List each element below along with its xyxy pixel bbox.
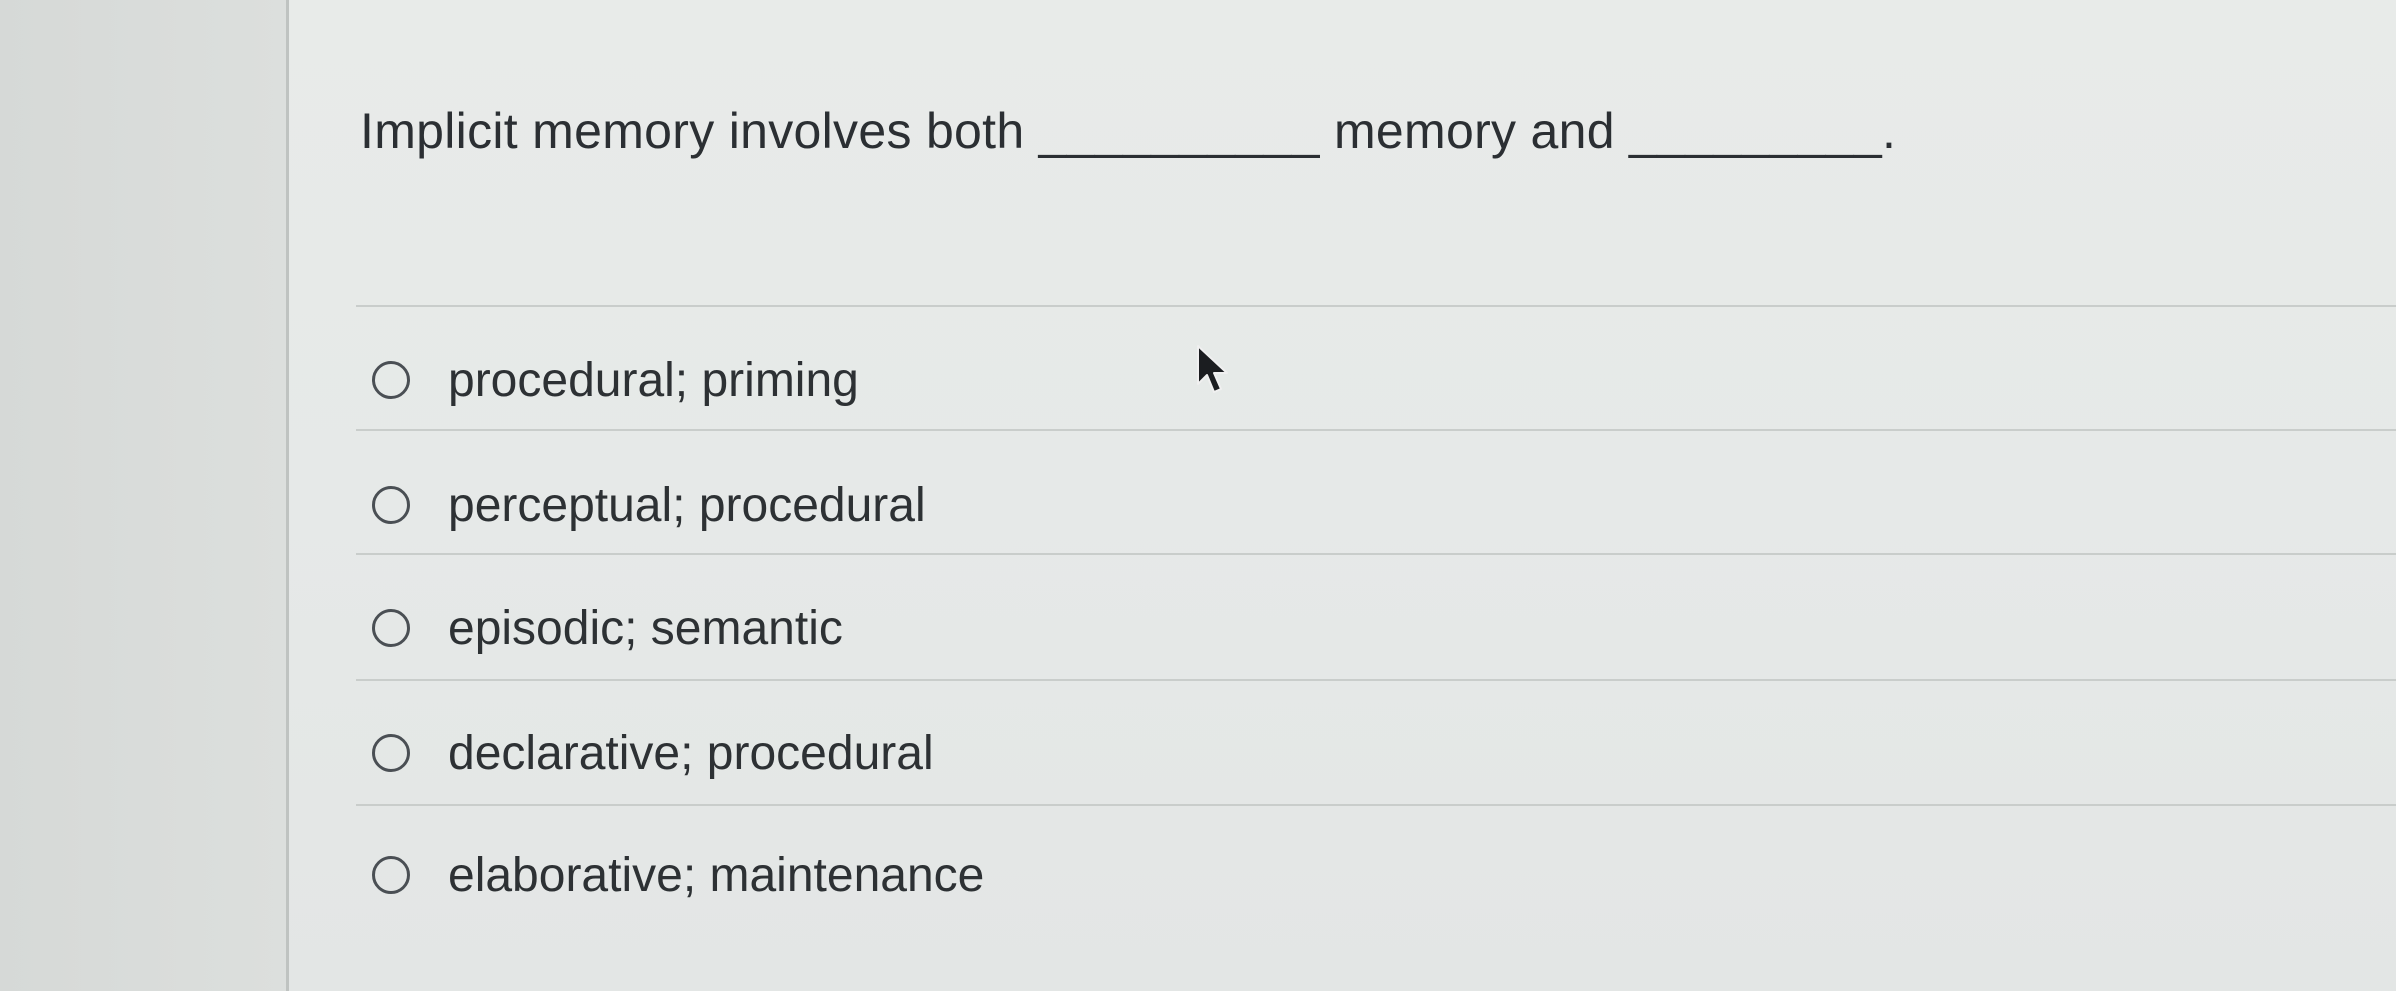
answer-option-1[interactable]: procedural; priming — [372, 345, 2272, 415]
radio-button-icon[interactable] — [372, 361, 410, 399]
radio-button-icon[interactable] — [372, 486, 410, 524]
answer-option-2[interactable]: perceptual; procedural — [372, 470, 2272, 540]
answer-divider-top — [356, 305, 2396, 307]
answer-divider — [356, 804, 2396, 806]
radio-button-icon[interactable] — [372, 856, 410, 894]
question-text-before: Implicit memory involves both — [360, 103, 1025, 159]
answer-option-3[interactable]: episodic; semantic — [372, 593, 2272, 663]
radio-button-icon[interactable] — [372, 609, 410, 647]
answer-option-label: procedural; priming — [448, 353, 859, 407]
answer-option-4[interactable]: declarative; procedural — [372, 718, 2272, 788]
radio-button-icon[interactable] — [372, 734, 410, 772]
answer-option-label: episodic; semantic — [448, 601, 843, 655]
answer-option-label: perceptual; procedural — [448, 478, 926, 532]
question-blank-1: __________ — [1038, 103, 1320, 159]
answer-divider — [356, 553, 2396, 555]
question-text-middle: memory and — [1333, 103, 1615, 159]
answer-option-label: declarative; procedural — [448, 726, 934, 780]
answer-option-label: elaborative; maintenance — [448, 848, 985, 902]
answer-divider — [356, 429, 2396, 431]
question-text: Implicit memory involves both __________… — [360, 102, 1896, 160]
question-blank-2: _________. — [1629, 103, 1897, 159]
answer-option-5[interactable]: elaborative; maintenance — [372, 840, 2272, 910]
answer-divider — [356, 679, 2396, 681]
page-gutter — [0, 0, 286, 991]
arrow-pointer-icon — [1197, 345, 1228, 393]
